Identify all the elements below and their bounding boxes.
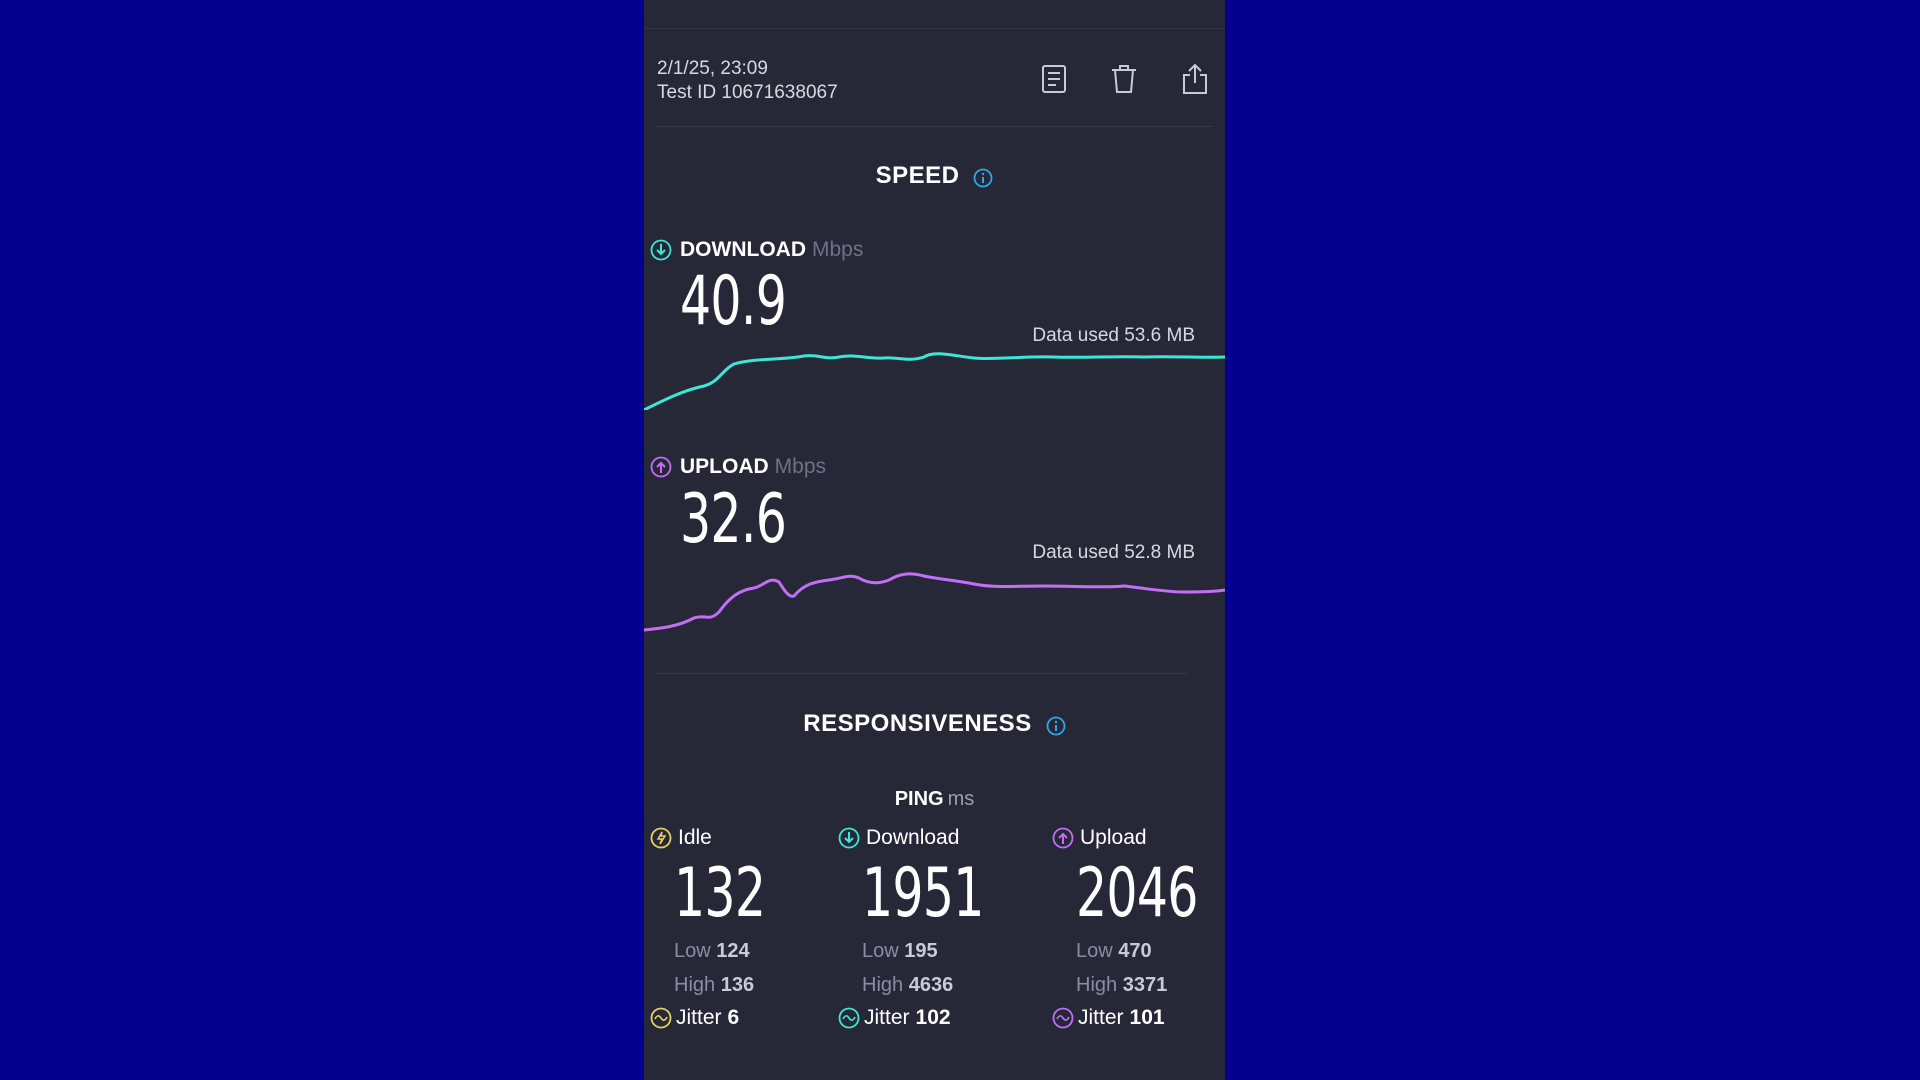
- result-header: 2/1/25, 23:09 Test ID 10671638067: [657, 56, 1212, 127]
- ping-download-low: Low 195: [862, 940, 938, 962]
- responsiveness-title: RESPONSIVENESS: [803, 710, 1032, 737]
- ping-upload-value: 2046: [1076, 854, 1198, 933]
- download-icon: [838, 827, 860, 849]
- ping-idle-low: Low 124: [674, 940, 750, 962]
- ping-idle-jitter: Jitter 6: [650, 1006, 840, 1030]
- ping-upload-label: Upload: [1080, 826, 1147, 849]
- ping-download-value: 1951: [862, 854, 984, 933]
- ping-download-high: High 4636: [862, 974, 954, 996]
- ping-upload-label-row: Upload: [1052, 826, 1225, 850]
- test-id: Test ID 10671638067: [657, 82, 838, 103]
- upload-icon: [1052, 827, 1074, 849]
- ping-download-label: Download: [866, 826, 960, 849]
- ping-idle-value: 132: [674, 854, 766, 933]
- section-divider: [657, 673, 1187, 674]
- ping-upload-high: High 3371: [1076, 974, 1168, 996]
- ping-upload-low: Low 470: [1076, 940, 1152, 962]
- responsiveness-info-icon[interactable]: [1046, 715, 1066, 736]
- results-list-icon[interactable]: [1037, 62, 1071, 96]
- ping-idle-high: High 136: [674, 974, 755, 996]
- ping-label: PING: [894, 788, 944, 810]
- upload-unit: Mbps: [774, 455, 827, 478]
- speedtest-result-screen: 2/1/25, 23:09 Test ID 10671638067 SPEED …: [644, 0, 1225, 1080]
- ping-title: PING ms: [644, 788, 1225, 811]
- download-unit: Mbps: [811, 238, 864, 261]
- speed-title: SPEED: [875, 162, 960, 189]
- top-bar: [644, 0, 1225, 29]
- download-label: DOWNLOAD: [680, 238, 806, 261]
- speed-info-icon[interactable]: [973, 167, 993, 188]
- share-icon[interactable]: [1178, 62, 1212, 96]
- upload-label-row: UPLOAD Mbps: [650, 455, 826, 479]
- download-speed-graph: [644, 352, 1225, 410]
- jitter-icon: [1052, 1007, 1074, 1029]
- jitter-icon: [838, 1007, 860, 1029]
- ping-idle-label-row: Idle: [650, 826, 840, 850]
- upload-speed-graph: [644, 572, 1225, 632]
- responsiveness-section-title: RESPONSIVENESS: [644, 710, 1225, 738]
- ping-download-column: Download 1951 Low 195 High 4636 Jitter 10…: [838, 826, 1028, 1030]
- ping-upload-column: Upload 2046 Low 470 High 3371 Jitter 101: [1052, 826, 1225, 1030]
- trash-icon[interactable]: [1107, 62, 1141, 96]
- idle-icon: [650, 827, 672, 849]
- jitter-icon: [650, 1007, 672, 1029]
- speed-section-title: SPEED: [644, 162, 1225, 190]
- upload-speed-value: 32.6: [680, 480, 787, 559]
- upload-label: UPLOAD: [680, 455, 769, 478]
- test-date: 2/1/25, 23:09: [657, 58, 768, 79]
- download-label-row: DOWNLOAD Mbps: [650, 238, 863, 262]
- ping-download-label-row: Download: [838, 826, 1028, 850]
- ping-download-jitter: Jitter 102: [838, 1006, 1028, 1030]
- ping-upload-jitter: Jitter 101: [1052, 1006, 1225, 1030]
- ping-idle-label: Idle: [678, 826, 712, 849]
- ping-unit: ms: [947, 788, 975, 810]
- upload-icon: [650, 456, 672, 478]
- download-icon: [650, 239, 672, 261]
- ping-idle-column: Idle 132 Low 124 High 136 Jitter 6: [650, 826, 840, 1030]
